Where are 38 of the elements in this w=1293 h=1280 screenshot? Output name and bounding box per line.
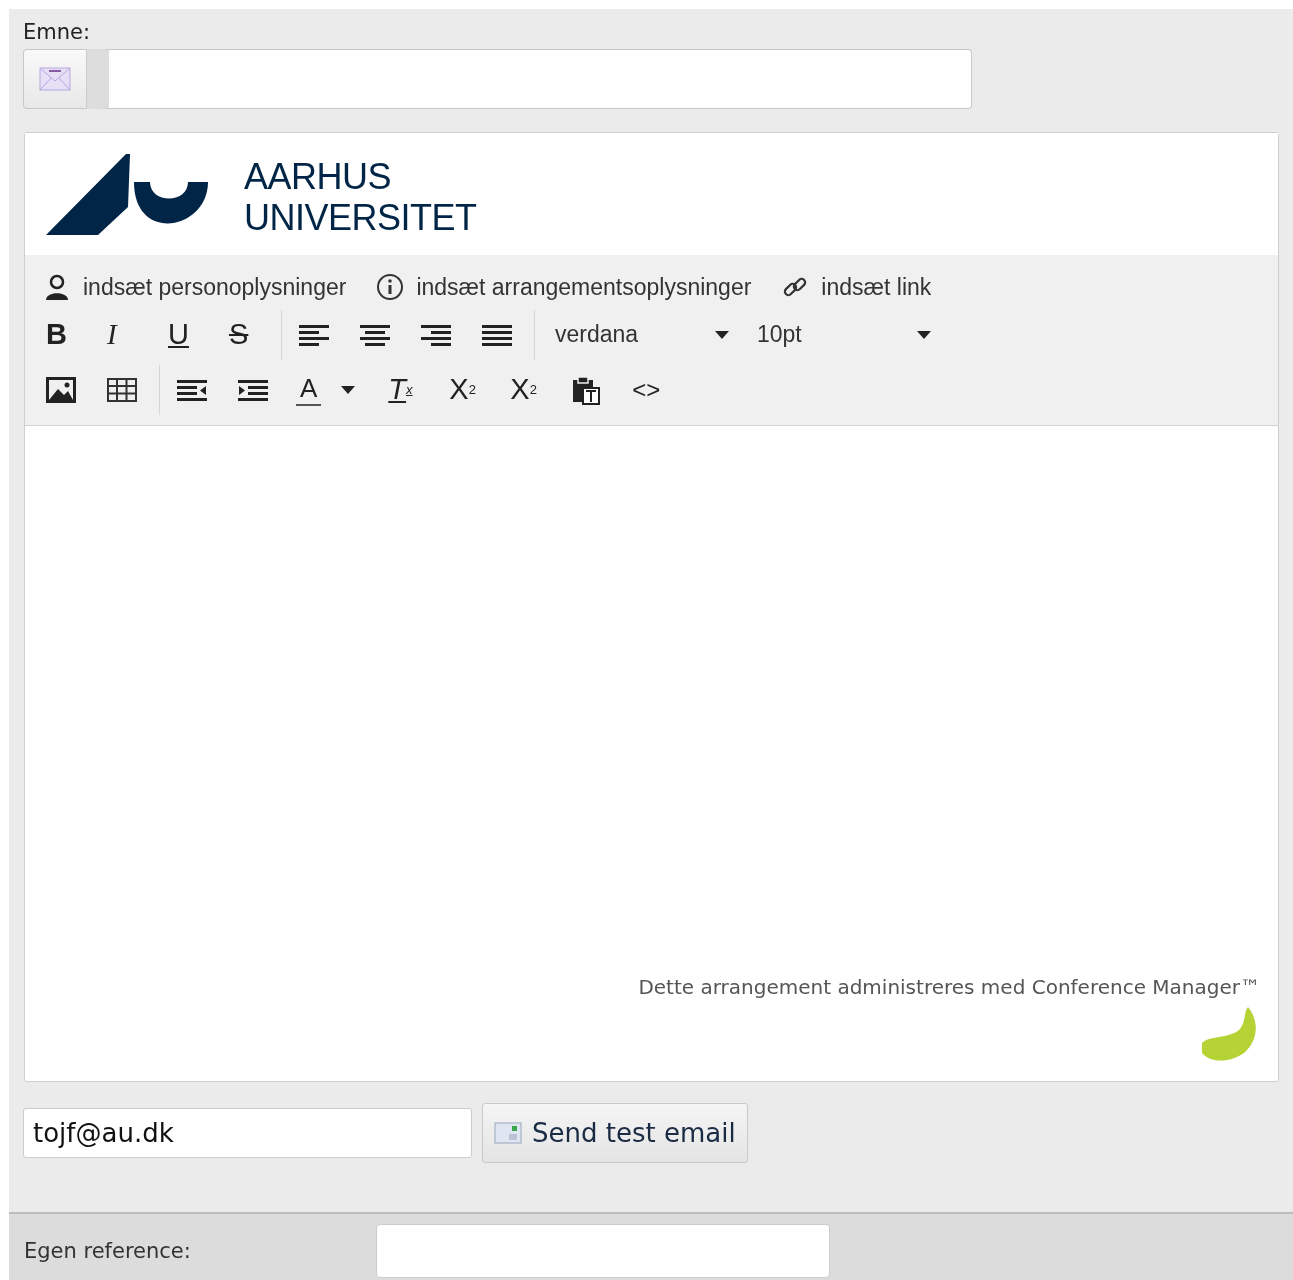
subject-label: Emne: [23,19,92,46]
table-icon[interactable] [107,377,137,402]
caret-icon [917,330,931,339]
envelope-icon[interactable] [39,67,71,91]
script-button[interactable]: X$^{2}$ [507,367,569,412]
align-right-icon[interactable] [421,322,451,347]
send-test-email-button[interactable]: Send test email [482,1103,748,1163]
caret-icon [715,330,729,339]
bold-button[interactable]: B [43,312,104,357]
source-code-button[interactable]: <> [629,367,691,412]
italic-button[interactable]: I [104,312,165,357]
align-center-icon[interactable] [360,322,390,347]
info-icon [376,273,405,301]
insert-link[interactable]: indsæt personoplysninger [83,273,347,301]
strikethrough-button[interactable]: S [226,312,287,357]
person-icon [43,273,71,301]
image-icon[interactable] [46,376,76,403]
align-left-icon[interactable] [299,322,329,347]
reference-field[interactable] [376,1224,830,1278]
university-name: AARHUS UNIVERSITET [244,156,477,238]
insert-link[interactable]: indsæt arrangementsoplysninger [416,273,752,301]
outdent-icon[interactable] [177,377,207,402]
email-card-icon [494,1121,522,1145]
dropdown[interactable]: verdana [549,312,739,357]
text-color-button[interactable]: A [296,367,366,412]
underline-button[interactable]: U [165,312,226,357]
dropdown[interactable]: 10pt [751,312,941,357]
university-logo-icon [46,152,210,236]
insert-link[interactable]: indsæt link [821,273,932,301]
caret-icon [341,385,356,394]
editor-content-area[interactable]: Dette arrangement administreres med Conference Manager™ [25,426,1278,1081]
indent-icon[interactable] [238,377,268,402]
subject-field[interactable] [87,49,972,109]
reference-label: Egen reference: [24,1239,192,1263]
email-field[interactable]: tojf@au.dk [23,1108,472,1158]
footer-note: Dette arrangement administreres med Conference Manager™ [638,975,1260,999]
paste-icon[interactable] [571,374,602,405]
justify-icon[interactable] [482,322,512,347]
